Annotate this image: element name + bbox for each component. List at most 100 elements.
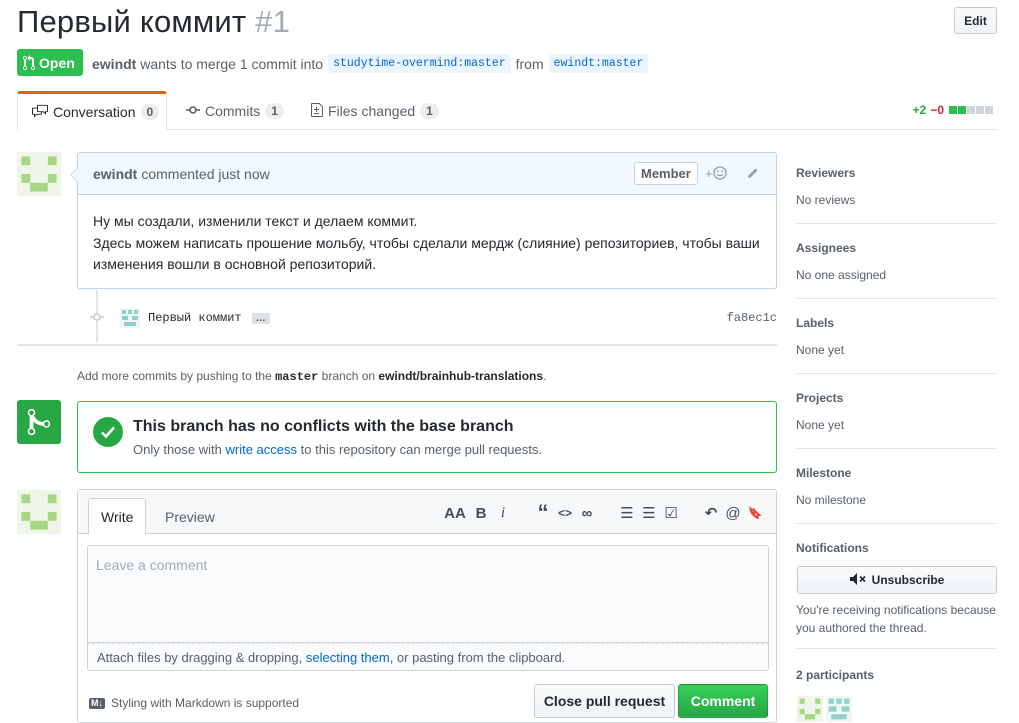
- diff-additions: +2: [912, 103, 927, 117]
- merge-subtitle: Only those with write access to this rep…: [133, 442, 542, 457]
- link-icon[interactable]: ∞: [576, 503, 598, 523]
- push-hint: Add more commits by pushing to the maste…: [77, 369, 546, 384]
- sidebar-heading: Notifications: [796, 541, 869, 555]
- comment-button[interactable]: Comment: [678, 684, 768, 718]
- tab-preview[interactable]: Preview: [153, 498, 227, 535]
- select-files-link[interactable]: selecting them: [306, 650, 390, 665]
- tab-counter: 1: [265, 103, 284, 119]
- commit-item: Первый коммит … fa8ec1c: [90, 308, 777, 328]
- hint-prefix: Add more commits by pushing to the: [77, 369, 272, 383]
- pull-request-icon: [23, 54, 35, 70]
- write-access-link[interactable]: write access: [226, 442, 298, 457]
- hint-branch: master: [275, 370, 319, 384]
- participant-avatar[interactable]: [797, 696, 823, 722]
- commit-sha[interactable]: fa8ec1c: [727, 311, 777, 325]
- hint-middle: branch on: [321, 369, 376, 383]
- diff-deletions: −0: [930, 103, 944, 117]
- quote-icon[interactable]: “: [532, 500, 554, 525]
- sidebar-assignees: Assignees No one assigned: [796, 241, 997, 299]
- composer-tabs: Write Preview AA B i “ <> ∞ ☰ ☰ ☑ ↶ @ 🔖: [78, 490, 776, 535]
- markdown-note[interactable]: M↓ Styling with Markdown is supported: [89, 696, 299, 710]
- sidebar-heading[interactable]: Labels: [796, 316, 997, 330]
- commit-message[interactable]: Первый коммит: [148, 311, 242, 325]
- check-icon: [93, 417, 123, 447]
- mute-icon: [849, 572, 866, 588]
- tab-files-changed[interactable]: Files changed 1: [297, 91, 453, 131]
- hint-repo: ewindt/brainhub-translations: [378, 369, 544, 383]
- markdown-icon: M↓: [89, 697, 105, 709]
- markdown-toolbar: AA B i “ <> ∞ ☰ ☰ ☑ ↶ @ 🔖: [440, 500, 766, 525]
- commit-expand-button[interactable]: …: [251, 312, 270, 324]
- unsubscribe-label: Unsubscribe: [871, 573, 945, 587]
- merge-status-box: This branch has no conflicts with the ba…: [77, 401, 777, 473]
- sidebar-milestone: Milestone No milestone: [796, 466, 997, 524]
- edit-button[interactable]: Edit: [954, 7, 997, 34]
- merge-text: wants to merge 1 commit into: [140, 55, 324, 72]
- header-icon[interactable]: AA: [440, 503, 470, 523]
- ordered-list-icon[interactable]: ☰: [638, 503, 660, 523]
- reply-icon[interactable]: ↶: [700, 503, 722, 523]
- sidebar-heading[interactable]: Projects: [796, 391, 997, 405]
- notification-reason: You're receiving notifications because y…: [796, 603, 996, 635]
- tab-conversation[interactable]: Conversation 0: [17, 91, 167, 131]
- tab-label: Files changed: [328, 103, 416, 119]
- author-link[interactable]: ewindt: [92, 56, 136, 72]
- diffstat: +2 −0: [913, 103, 993, 117]
- commit-icon: [90, 310, 104, 327]
- bold-icon[interactable]: B: [470, 503, 492, 523]
- sidebar-value: None yet: [796, 343, 845, 357]
- comment-textarea[interactable]: Leave a comment: [87, 545, 769, 643]
- comment-line: Ну мы создали, изменили текст и делаем к…: [93, 213, 418, 229]
- tab-commits[interactable]: Commits 1: [172, 91, 298, 131]
- avatar[interactable]: [17, 490, 61, 534]
- file-diff-icon: [311, 102, 323, 121]
- attach-files-area[interactable]: Attach files by dragging & dropping, sel…: [87, 643, 769, 671]
- pr-comment: ewindt commented just now Member + Ну мы…: [70, 152, 777, 292]
- base-branch[interactable]: studytime-overmind:master: [328, 54, 511, 73]
- unsubscribe-button[interactable]: Unsubscribe: [797, 566, 997, 594]
- comment-body: Ну мы создали, изменили текст и делаем к…: [78, 195, 776, 292]
- sidebar-reviewers: Reviewers No reviews: [796, 166, 997, 224]
- diffstat-bar: [948, 103, 993, 117]
- status-label: Open: [39, 54, 75, 71]
- mention-icon[interactable]: @: [722, 503, 744, 523]
- timeline-divider: [17, 344, 777, 346]
- sidebar-heading[interactable]: Milestone: [796, 466, 997, 480]
- tab-counter: 0: [140, 104, 160, 120]
- attach-prefix: Attach files by dragging & dropping,: [97, 649, 303, 665]
- italic-icon[interactable]: i: [492, 503, 514, 523]
- merge-sub-prefix: Only those with: [133, 442, 222, 457]
- close-pull-request-button[interactable]: Close pull request: [534, 684, 675, 718]
- comment-action[interactable]: commented just now: [141, 166, 269, 182]
- comment-author[interactable]: ewindt: [93, 166, 137, 182]
- merge-status-icon: [17, 400, 61, 444]
- task-list-icon[interactable]: ☑: [660, 503, 682, 523]
- hint-suffix: .: [543, 369, 547, 383]
- code-icon[interactable]: <>: [554, 503, 576, 523]
- from-text: from: [515, 55, 544, 72]
- member-badge: Member: [634, 162, 698, 185]
- page-title: Первый коммит #1: [17, 4, 290, 40]
- avatar[interactable]: [17, 152, 61, 196]
- commit-avatar[interactable]: [120, 308, 140, 328]
- head-branch[interactable]: ewindt:master: [548, 54, 649, 73]
- pr-meta: ewindt wants to merge 1 commit into stud…: [92, 54, 653, 73]
- unordered-list-icon[interactable]: ☰: [616, 503, 638, 523]
- tab-write[interactable]: Write: [88, 498, 147, 535]
- participants-heading: 2 participants: [796, 668, 875, 682]
- participant-avatar[interactable]: [826, 696, 852, 722]
- saved-reply-icon[interactable]: 🔖: [744, 503, 766, 523]
- tab-counter: 1: [420, 103, 439, 119]
- pencil-icon[interactable]: [746, 166, 760, 183]
- comment-discussion-icon: [32, 104, 48, 121]
- sidebar-labels: Labels None yet: [796, 316, 997, 374]
- status-badge: Open: [17, 49, 83, 76]
- sidebar-heading[interactable]: Assignees: [796, 241, 997, 255]
- sidebar-heading[interactable]: Reviewers: [796, 166, 997, 180]
- merge-title: This branch has no conflicts with the ba…: [133, 418, 514, 435]
- comment-line: Здесь можем написать прошение мольбу, чт…: [93, 234, 760, 273]
- add-reaction-icon[interactable]: +: [705, 166, 727, 181]
- markdown-note-label: Styling with Markdown is supported: [111, 696, 300, 710]
- tab-label: Conversation: [53, 104, 136, 120]
- pr-tabs: Conversation 0 Commits 1 Files changed 1…: [17, 91, 997, 131]
